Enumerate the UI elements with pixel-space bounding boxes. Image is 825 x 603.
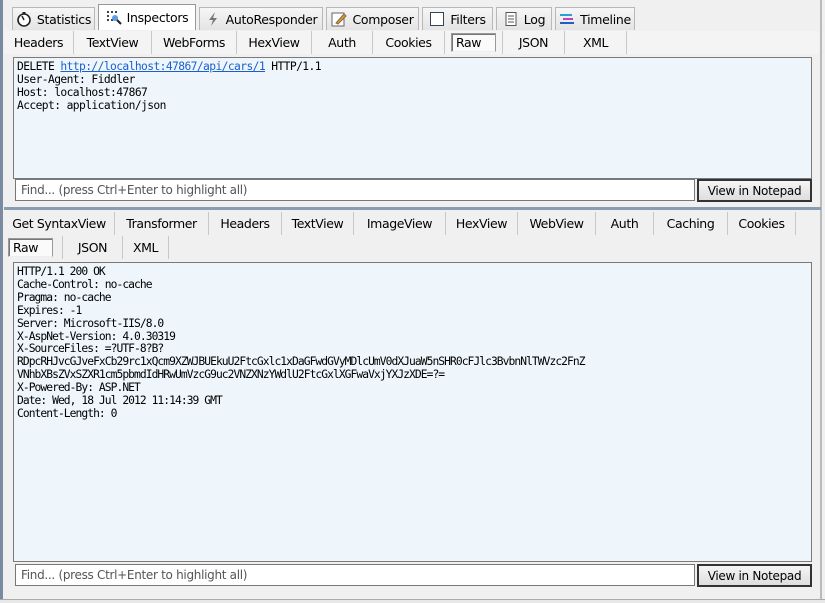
tab-label: WebView: [529, 216, 584, 231]
response-tabs-row2: Raw JSON XML: [8, 236, 169, 259]
log-icon: [505, 12, 517, 26]
response-tab-syntaxview[interactable]: Get SyntaxView: [4, 212, 115, 235]
request-tab-cookies[interactable]: Cookies: [373, 31, 445, 54]
tab-label: Get SyntaxView: [12, 216, 106, 231]
request-raw-text[interactable]: DELETE http://localhost:47867/api/cars/1…: [13, 57, 812, 179]
request-tab-raw[interactable]: Raw: [445, 31, 503, 54]
response-tab-transformer[interactable]: Transformer: [115, 212, 209, 235]
tab-label: WebForms: [162, 35, 226, 50]
response-line: Content-Length: 0: [17, 406, 117, 420]
request-line: User-Agent: Fiddler: [17, 72, 135, 86]
tab-label: Composer: [352, 11, 414, 27]
tab-label: Headers: [13, 35, 64, 50]
response-tab-auth[interactable]: Auth: [596, 212, 654, 235]
tab-label: Timeline: [580, 11, 631, 27]
tab-label: Auth: [610, 216, 639, 231]
response-raw-text[interactable]: HTTP/1.1 200 OK Cache-Control: no-cache Pr…: [13, 262, 812, 562]
main-tabs: Statistics Inspectors AutoResponder Comp…: [12, 4, 638, 30]
pencil-icon: [331, 12, 348, 27]
tab-label: Inspectors: [126, 10, 189, 25]
status-strip: [0, 599, 825, 603]
tab-inspectors[interactable]: Inspectors: [98, 4, 196, 30]
tab-label: Cookies: [385, 35, 432, 50]
request-method: DELETE: [17, 60, 55, 73]
splitter[interactable]: [4, 207, 821, 210]
tab-label: Headers: [220, 216, 270, 231]
request-line: Accept: application/json: [17, 98, 166, 112]
response-line: Cache-Control: no-cache: [17, 277, 153, 291]
tab-label: HexView: [455, 216, 508, 231]
tab-autoresponder[interactable]: AutoResponder: [199, 7, 323, 30]
tab-label: XML: [132, 240, 159, 255]
request-tab-xml[interactable]: XML: [565, 31, 627, 54]
tab-label: Raw: [450, 33, 497, 52]
request-find-input[interactable]: Find... (press Ctrl+Enter to highlight a…: [15, 179, 695, 201]
tab-label: TextView: [86, 35, 139, 50]
tab-label: Transformer: [126, 216, 197, 231]
response-tab-hexview[interactable]: HexView: [446, 212, 518, 235]
response-tab-json[interactable]: JSON: [63, 236, 123, 259]
request-tab-auth[interactable]: Auth: [312, 31, 373, 54]
response-line: HTTP/1.1 200 OK: [17, 265, 106, 278]
request-tab-json[interactable]: JSON: [503, 31, 565, 54]
inspectors-icon: [106, 10, 122, 25]
tab-label: Log: [523, 11, 546, 27]
response-tab-headers[interactable]: Headers: [209, 212, 282, 235]
response-line: Date: Wed, 18 Jul 2012 11:14:39 GMT: [17, 394, 223, 408]
request-tab-textview[interactable]: TextView: [74, 31, 152, 54]
response-find-input[interactable]: Find... (press Ctrl+Enter to highlight a…: [15, 564, 695, 586]
response-tab-imageview[interactable]: ImageView: [354, 212, 446, 235]
tab-label: Cookies: [738, 216, 785, 231]
request-tab-headers[interactable]: Headers: [4, 31, 74, 54]
response-line: Server: Microsoft-IIS/8.0: [17, 316, 164, 330]
tab-label: Statistics: [36, 11, 92, 27]
timeline-icon: [560, 14, 575, 24]
tab-label: TextView: [291, 216, 344, 231]
tab-label: Filters: [450, 11, 486, 27]
tab-label: JSON: [518, 35, 549, 50]
response-tab-cookies[interactable]: Cookies: [728, 212, 796, 235]
checkbox-icon: [430, 12, 445, 26]
tab-composer[interactable]: Composer: [326, 7, 419, 30]
response-tab-textview[interactable]: TextView: [282, 212, 354, 235]
response-line: Expires: -1: [17, 303, 82, 317]
response-view-in-notepad-button[interactable]: View in Notepad: [697, 564, 812, 587]
tab-log[interactable]: Log: [496, 7, 552, 30]
request-url-link[interactable]: http://localhost:47867/api/cars/1: [60, 60, 265, 73]
request-view-in-notepad-button[interactable]: View in Notepad: [697, 179, 812, 202]
request-line: Host: localhost:47867: [17, 85, 148, 99]
request-tabs: Headers TextView WebForms HexView Auth C…: [4, 31, 819, 54]
request-tab-hexview[interactable]: HexView: [237, 31, 312, 54]
response-tab-webview[interactable]: WebView: [518, 212, 596, 235]
tab-label: Auth: [328, 35, 356, 50]
right-frame: [820, 0, 822, 600]
tab-timeline[interactable]: Timeline: [555, 7, 635, 30]
tab-label: Caching: [666, 216, 715, 231]
response-tab-raw[interactable]: Raw: [8, 236, 63, 259]
request-protocol: HTTP/1.1: [271, 60, 321, 73]
left-frame: [0, 0, 3, 603]
stopwatch-icon: [17, 12, 31, 27]
tab-label: XML: [582, 35, 609, 50]
tab-filters[interactable]: Filters: [422, 7, 493, 30]
tab-label: AutoResponder: [225, 11, 318, 27]
tab-label: JSON: [77, 240, 108, 255]
lightning-icon: [208, 12, 217, 26]
response-tabs-row1: Get SyntaxView Transformer Headers TextV…: [4, 212, 819, 235]
response-line: Pragma: no-cache: [17, 290, 112, 304]
response-tab-caching[interactable]: Caching: [654, 212, 728, 235]
tab-label: ImageView: [366, 216, 433, 231]
tab-label: Raw: [8, 238, 54, 257]
tab-statistics[interactable]: Statistics: [12, 7, 95, 30]
request-tab-webforms[interactable]: WebForms: [152, 31, 237, 54]
tab-label: HexView: [248, 35, 300, 50]
response-tab-xml[interactable]: XML: [123, 236, 169, 259]
